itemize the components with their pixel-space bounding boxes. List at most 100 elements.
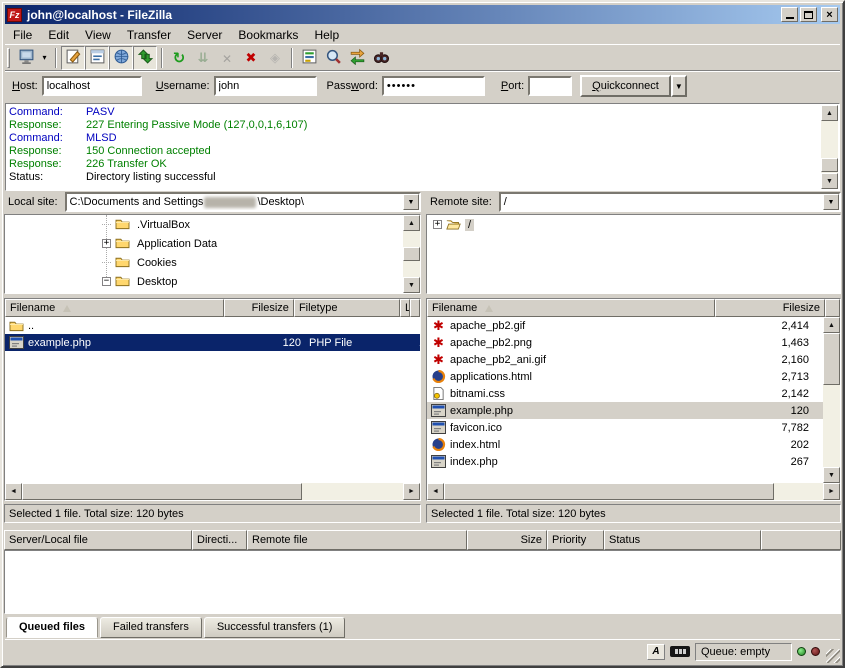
tree-item[interactable]: .VirtualBox xyxy=(5,215,420,234)
queue-column-directi[interactable]: Directi... xyxy=(192,530,247,550)
remote-list-scrollbar[interactable]: ▲ ▼ xyxy=(823,317,840,483)
local-hscroll-thumb[interactable] xyxy=(22,483,302,500)
resize-grip[interactable] xyxy=(826,649,840,663)
maximize-button[interactable] xyxy=(800,7,817,22)
local-site-combobox[interactable]: C:\Documents and Settings\Desktop\ ▼ xyxy=(65,192,421,212)
chevron-down-icon[interactable]: ▼ xyxy=(403,194,419,210)
quickconnect-dropdown-button[interactable]: ▼ xyxy=(671,75,687,97)
site-manager-dropdown-button[interactable]: ▾ xyxy=(38,46,51,70)
scroll-up-icon[interactable]: ▲ xyxy=(823,317,840,333)
chevron-down-icon[interactable]: ▼ xyxy=(823,194,839,210)
tree-item-root[interactable]: + / xyxy=(427,215,840,234)
toggle-queue-button[interactable] xyxy=(133,46,157,70)
scroll-down-icon[interactable]: ▼ xyxy=(823,467,840,483)
remote-hscroll-thumb[interactable] xyxy=(444,483,774,500)
file-cell-size: 1,463 xyxy=(715,337,823,349)
column-header-l[interactable]: L xyxy=(400,299,410,317)
find-button[interactable] xyxy=(369,46,393,70)
scroll-left-icon[interactable]: ◄ xyxy=(427,483,444,500)
menu-item-view[interactable]: View xyxy=(77,26,119,44)
scroll-up-icon[interactable]: ▲ xyxy=(821,105,838,121)
remote-scrollbar-thumb[interactable] xyxy=(823,333,840,385)
file-cell-size: 202 xyxy=(715,439,823,451)
reconnect-button[interactable]: ◈ xyxy=(263,46,287,70)
password-input[interactable] xyxy=(382,76,485,96)
toolbar-grip[interactable] xyxy=(7,48,10,68)
quickconnect-bar: Host: Username: Password: Port: Quickcon… xyxy=(5,70,840,101)
file-row[interactable]: bitnami.css2,142 xyxy=(427,385,823,402)
tree-item[interactable]: − Desktop xyxy=(5,272,420,291)
process-queue-button[interactable]: ⇊ xyxy=(191,46,215,70)
queue-column-remotefile[interactable]: Remote file xyxy=(247,530,467,550)
menu-item-file[interactable]: File xyxy=(5,26,40,44)
username-input[interactable] xyxy=(214,76,317,96)
filter-button[interactable] xyxy=(297,46,321,70)
column-header-filetype[interactable]: Filetype xyxy=(294,299,400,317)
refresh-button[interactable]: ↻ xyxy=(167,46,191,70)
log-line: Status:Directory listing successful xyxy=(6,171,839,184)
scroll-left-icon[interactable]: ◄ xyxy=(5,483,22,500)
column-header-filesize[interactable]: Filesize xyxy=(715,299,825,317)
toggle-log-button[interactable] xyxy=(61,46,85,70)
tree-item[interactable]: Cookies xyxy=(5,253,420,272)
queue-column-serverlocalfile[interactable]: Server/Local file xyxy=(4,530,192,550)
file-name-label: bitnami.css xyxy=(450,388,505,400)
scroll-right-icon[interactable]: ► xyxy=(403,483,420,500)
cancel-button[interactable]: ✕ xyxy=(215,46,239,70)
minimize-button[interactable] xyxy=(781,7,798,22)
file-row[interactable]: example.php120 xyxy=(427,402,823,419)
synchronized-browsing-button[interactable] xyxy=(345,46,369,70)
local-list-hscrollbar[interactable]: ◄ ► xyxy=(5,483,420,500)
site-manager-button[interactable] xyxy=(14,46,38,70)
menu-item-bookmarks[interactable]: Bookmarks xyxy=(230,26,306,44)
menu-item-edit[interactable]: Edit xyxy=(40,26,77,44)
quickconnect-button[interactable]: Quickconnect xyxy=(580,75,671,97)
expand-icon[interactable]: + xyxy=(102,239,111,248)
tree-item-label: Desktop xyxy=(134,276,180,288)
log-scrollbar[interactable]: ▲ ▼ xyxy=(821,105,838,189)
tab-queued-files[interactable]: Queued files xyxy=(6,617,98,638)
toggle-remote-tree-button[interactable] xyxy=(109,46,133,70)
scroll-down-icon[interactable]: ▼ xyxy=(821,173,838,189)
file-row[interactable]: ✱apache_pb2.gif2,414 xyxy=(427,317,823,334)
tab-failed-transfers[interactable]: Failed transfers xyxy=(100,617,202,638)
collapse-icon[interactable]: − xyxy=(102,277,111,286)
file-row[interactable]: ✱apache_pb2.png1,463 xyxy=(427,334,823,351)
remote-site-combobox[interactable]: / ▼ xyxy=(499,192,841,212)
tree-item[interactable]: +Application Data xyxy=(5,234,420,253)
disconnect-button[interactable]: ✖ xyxy=(239,46,263,70)
toggle-local-tree-button[interactable] xyxy=(85,46,109,70)
file-row[interactable]: index.html202 xyxy=(427,436,823,453)
file-row[interactable]: .. xyxy=(5,317,420,334)
queue-column-priority[interactable]: Priority xyxy=(547,530,604,550)
file-row[interactable]: example.php120PHP File1 xyxy=(5,334,420,351)
host-input[interactable] xyxy=(42,76,142,96)
column-header-filesize[interactable]: Filesize xyxy=(224,299,294,317)
menu-item-help[interactable]: Help xyxy=(306,26,347,44)
file-row[interactable]: ✱apache_pb2_ani.gif2,160 xyxy=(427,351,823,368)
file-cell-name: index.html xyxy=(427,438,715,451)
compare-button[interactable] xyxy=(321,46,345,70)
expand-icon[interactable]: + xyxy=(433,220,442,229)
file-cell-name: .. xyxy=(5,319,233,332)
queue-body xyxy=(4,550,841,614)
local-directory-tree: ▲ ▼ .VirtualBox+Application DataCookies−… xyxy=(4,214,421,294)
file-row[interactable]: favicon.ico7,782 xyxy=(427,419,823,436)
menu-item-server[interactable]: Server xyxy=(179,26,230,44)
tab-successful-transfers-[interactable]: Successful transfers (1) xyxy=(204,617,346,638)
remote-list-hscrollbar[interactable]: ◄ ► xyxy=(427,483,840,500)
scroll-right-icon[interactable]: ► xyxy=(823,483,840,500)
queue-column-status[interactable]: Status xyxy=(604,530,761,550)
close-button[interactable]: × xyxy=(821,7,838,22)
port-input[interactable] xyxy=(528,76,572,96)
file-row[interactable]: index.php267 xyxy=(427,453,823,470)
file-row[interactable]: applications.html2,713 xyxy=(427,368,823,385)
column-header-filename[interactable]: Filename xyxy=(5,299,224,317)
local-path-suffix: \Desktop\ xyxy=(257,196,303,208)
menu-item-transfer[interactable]: Transfer xyxy=(119,26,179,44)
column-header-filename[interactable]: Filename xyxy=(427,299,715,317)
activity-led-green-icon xyxy=(797,647,806,656)
queue-column-size[interactable]: Size xyxy=(467,530,547,550)
log-scrollbar-thumb[interactable] xyxy=(821,158,838,172)
file-name-label: index.php xyxy=(450,456,498,468)
